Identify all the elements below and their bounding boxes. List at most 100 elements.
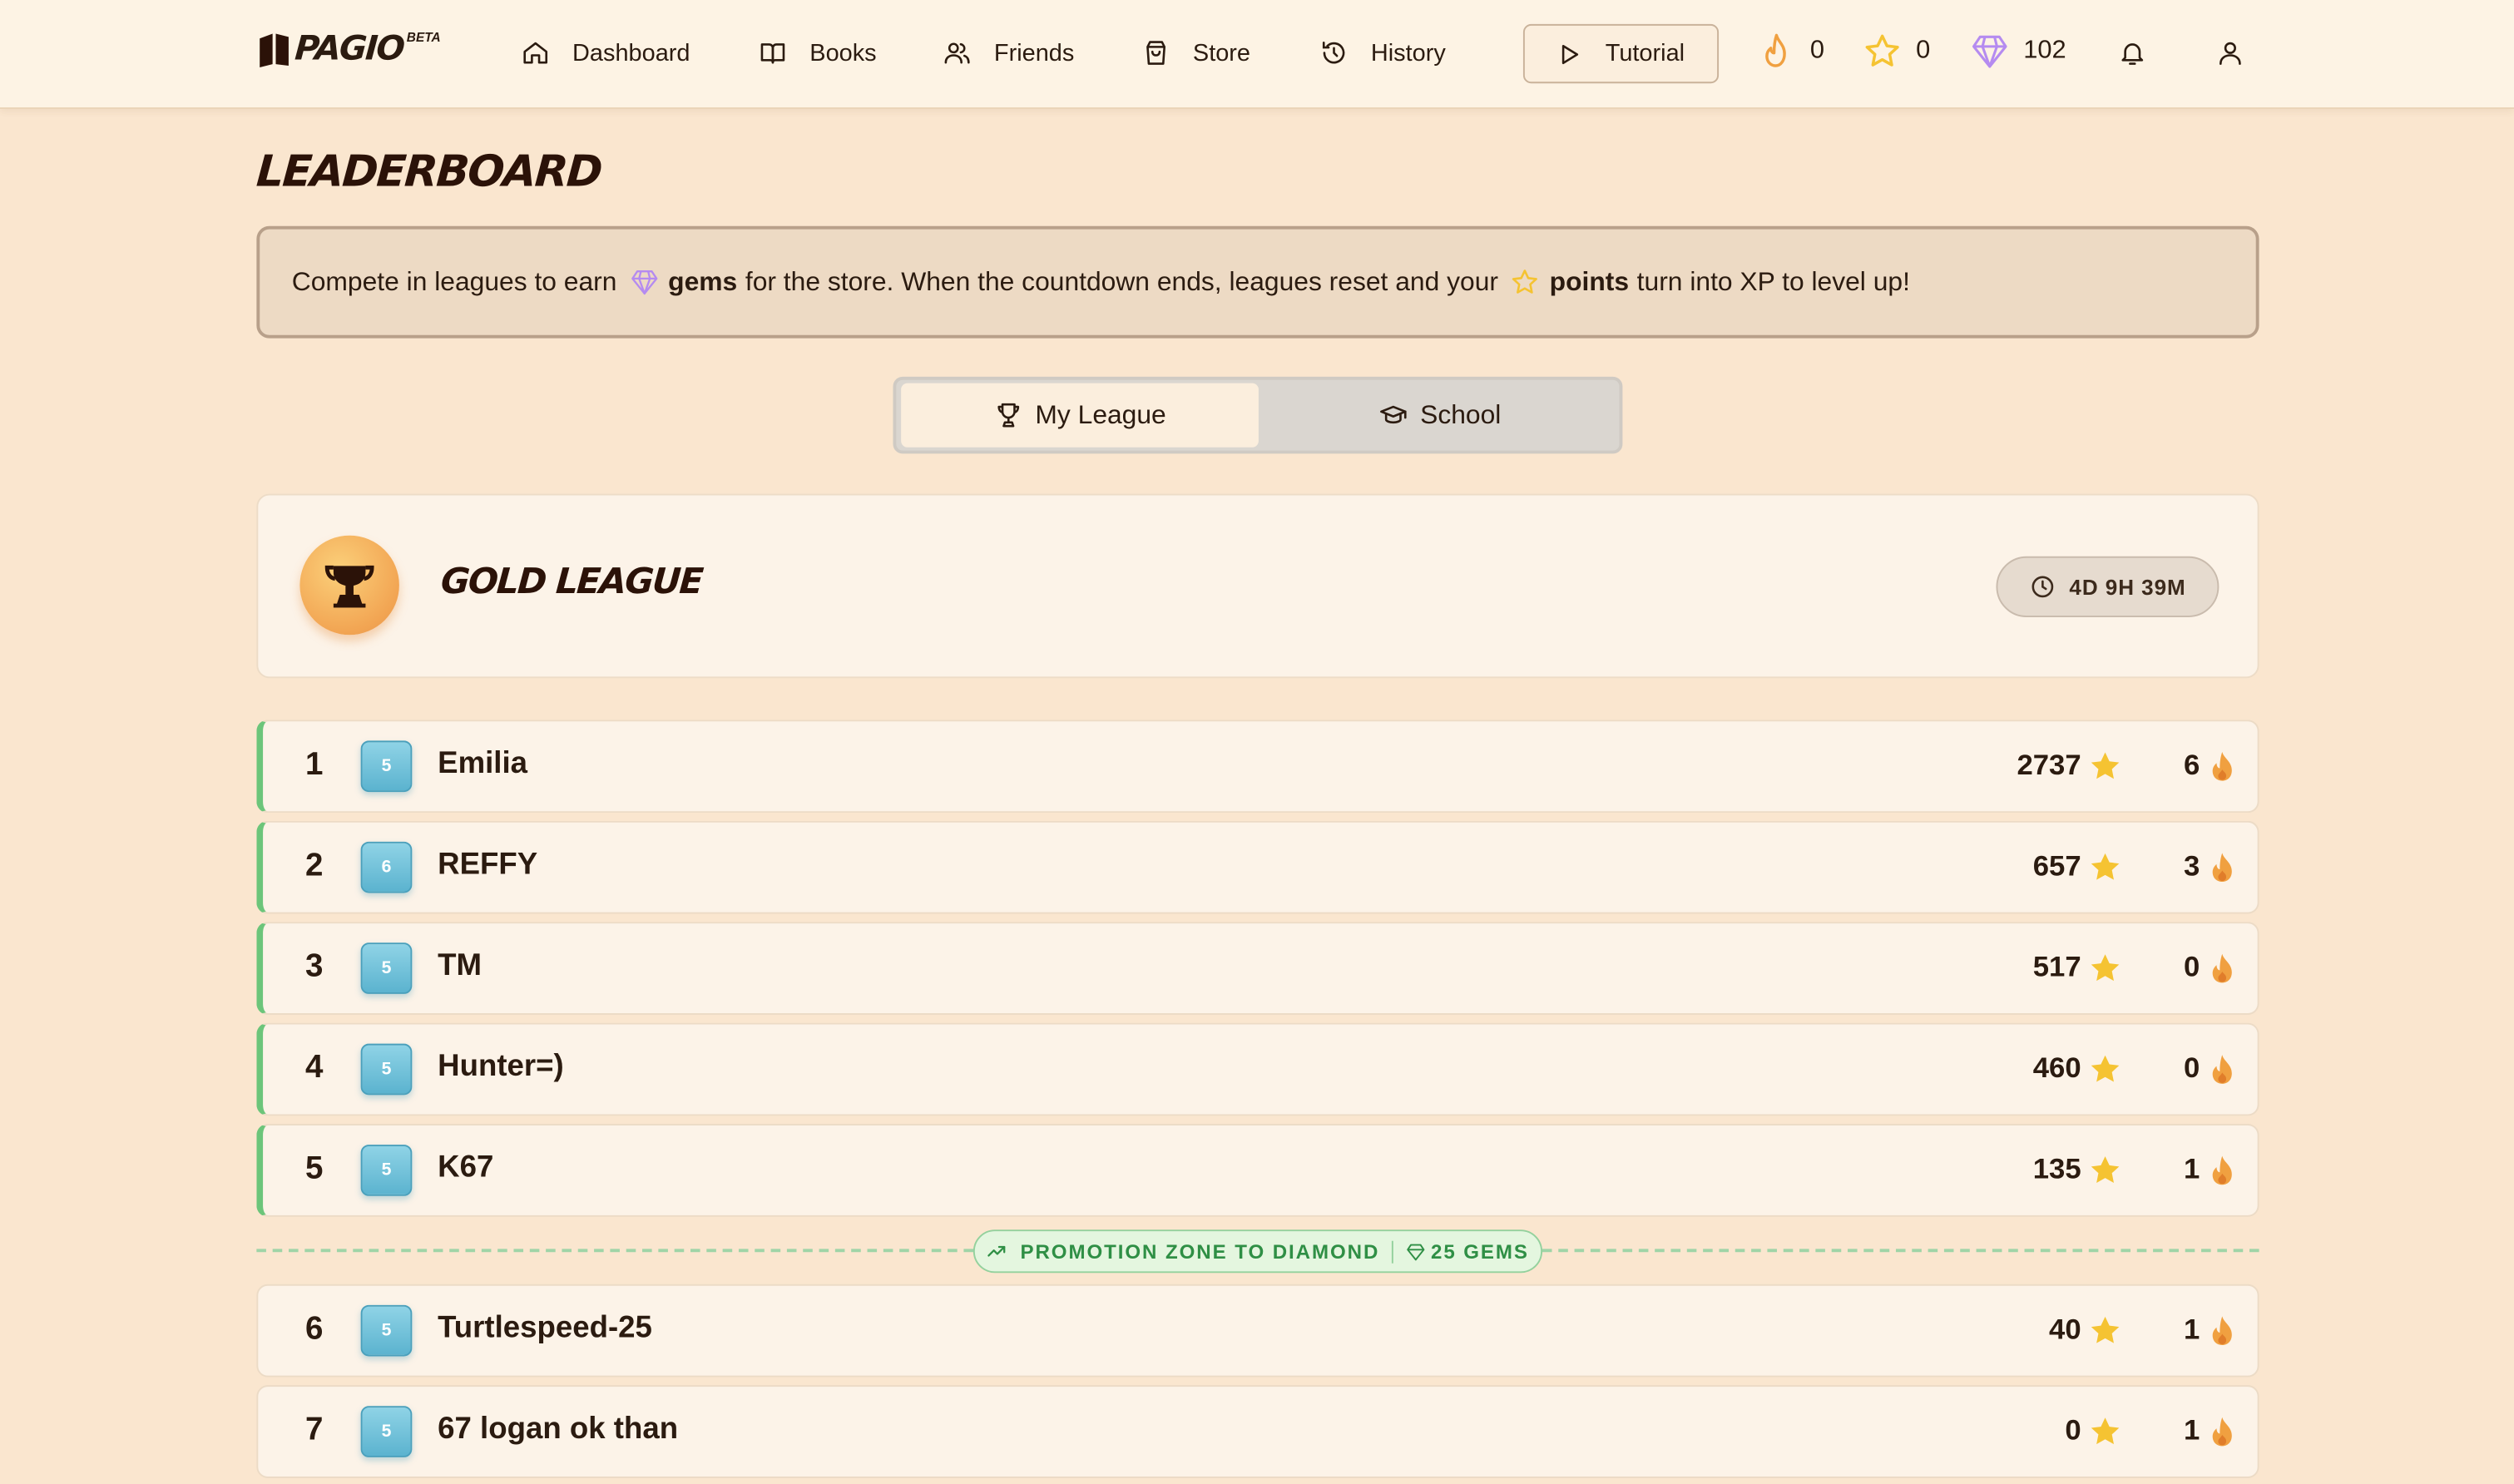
promotion-label: PROMOTION ZONE TO DIAMOND [1020, 1239, 1380, 1263]
rank-number: 5 [305, 1150, 324, 1187]
star-icon [1512, 270, 1538, 294]
nav-friends[interactable]: Friends [943, 35, 1074, 70]
nav-store[interactable]: Store [1141, 35, 1250, 70]
leaderboard-row[interactable]: 7 5 67 logan ok than 0 1 [256, 1385, 2259, 1478]
leaderboard-row[interactable]: 1 5 Emilia 2737 6 [256, 720, 2259, 814]
beta-badge: BETA [406, 30, 441, 45]
flame-icon [2212, 953, 2232, 983]
nav-books[interactable]: Books [759, 35, 877, 70]
nav-history[interactable]: History [1319, 35, 1446, 70]
star-icon [2091, 1417, 2120, 1445]
leaderboard-row[interactable]: 5 5 K67 135 1 [256, 1124, 2259, 1217]
player-name: TM [438, 948, 483, 983]
info-text-3: turn into XP to level up! [1636, 266, 1910, 296]
tutorial-label: Tutorial [1605, 40, 1685, 67]
player-streak: 0 [2183, 950, 2200, 983]
nav-dashboard-label: Dashboard [572, 39, 690, 67]
leaderboard-row[interactable]: 3 5 TM 517 0 [256, 922, 2259, 1015]
star-icon [1865, 34, 1899, 67]
level-badge: 5 [360, 942, 413, 994]
player-points: 657 [2032, 849, 2081, 883]
league-countdown: 4D 9H 39M [1996, 556, 2220, 618]
player-points: 0 [2065, 1413, 2081, 1447]
info-banner: Compete in leagues to earn gems for the … [256, 225, 2259, 339]
star-icon [2091, 1316, 2120, 1343]
promotion-separator [1392, 1239, 1394, 1263]
flame-icon [2212, 1417, 2232, 1447]
player-name: Turtlespeed-25 [438, 1311, 652, 1346]
player-streak: 3 [2183, 849, 2200, 883]
points-counter[interactable]: 0 [1863, 32, 1931, 71]
tab-school[interactable]: School [1265, 383, 1615, 448]
player-name: REFFY [438, 848, 538, 883]
tab-my-league[interactable]: My League [901, 383, 1259, 448]
player-streak: 1 [2183, 1152, 2200, 1185]
flame-icon [2212, 1316, 2232, 1346]
player-points: 2737 [2017, 749, 2081, 781]
flame-icon [1765, 33, 1786, 67]
user-icon[interactable] [2216, 38, 2245, 67]
rank-number: 3 [305, 948, 324, 985]
tab-my-league-label: My League [1035, 399, 1166, 429]
gem-icon [631, 270, 657, 295]
promotion-zone-badge: PROMOTION ZONE TO DIAMOND 25 GEMS [972, 1229, 1543, 1274]
info-text-1: Compete in leagues to earn [291, 266, 617, 296]
flame-icon [2212, 1155, 2232, 1185]
star-icon [2091, 954, 2120, 982]
leaderboard-row[interactable]: 4 5 Hunter=) 460 0 [256, 1022, 2259, 1116]
player-points: 517 [2032, 950, 2081, 983]
logo-book-icon [260, 33, 289, 67]
history-icon [1322, 42, 1345, 64]
nav-dashboard[interactable]: Dashboard [521, 35, 690, 70]
star-icon [2091, 853, 2120, 880]
flame-icon [2212, 853, 2232, 883]
flame-icon [2212, 751, 2232, 781]
player-points: 135 [2032, 1152, 2081, 1185]
league-toggle: My League School [893, 376, 1623, 454]
rank-number: 6 [305, 1311, 324, 1347]
book-icon [760, 43, 785, 64]
star-icon [2091, 1055, 2120, 1082]
rank-number: 2 [305, 848, 324, 883]
player-streak: 1 [2183, 1313, 2200, 1346]
player-name: Hunter=) [438, 1050, 564, 1084]
nav-books-label: Books [809, 39, 877, 67]
player-name: 67 logan ok than [438, 1412, 679, 1447]
nav-store-label: Store [1192, 39, 1251, 67]
points-value: 0 [1916, 37, 1931, 65]
store-bag-icon [1146, 41, 1166, 65]
star-icon [2091, 1156, 2120, 1183]
player-streak: 1 [2183, 1413, 2200, 1447]
leaderboard-row[interactable]: 2 6 REFFY 657 3 [256, 820, 2259, 914]
trophy-icon [324, 565, 374, 608]
play-icon [1562, 44, 1579, 64]
gem-icon [1972, 35, 2007, 68]
clock-icon [2031, 576, 2053, 598]
gem-icon [1408, 1243, 1426, 1260]
player-streak: 0 [2183, 1051, 2200, 1084]
countdown-value: 4D 9H 39M [2069, 574, 2186, 599]
streak-value: 0 [1809, 37, 1825, 65]
level-badge: 5 [360, 1043, 413, 1096]
level-badge: 5 [360, 740, 413, 793]
level-badge: 5 [360, 1145, 413, 1196]
gems-value: 102 [2023, 37, 2066, 65]
streak-counter[interactable]: 0 [1757, 32, 1824, 71]
nav-friends-label: Friends [993, 39, 1075, 67]
info-text-2: for the store. When the countdown ends, … [745, 266, 1498, 296]
bell-icon[interactable] [2118, 38, 2147, 67]
info-points-word: points [1549, 266, 1630, 296]
gems-counter[interactable]: 102 [1971, 32, 2066, 71]
info-gems-word: gems [668, 266, 738, 296]
app-logo[interactable]: PAGIO BETA [256, 29, 441, 71]
league-badge [299, 535, 399, 636]
rank-number: 1 [305, 747, 324, 783]
friends-icon [944, 42, 970, 64]
tab-school-label: School [1420, 399, 1502, 429]
star-icon [2091, 752, 2120, 779]
tutorial-button[interactable]: Tutorial [1522, 23, 1720, 84]
player-points: 40 [2049, 1313, 2081, 1346]
leaderboard-row[interactable]: 6 5 Turtlespeed-25 40 1 [256, 1284, 2259, 1378]
level-badge: 6 [360, 841, 413, 893]
player-streak: 6 [2183, 749, 2200, 781]
